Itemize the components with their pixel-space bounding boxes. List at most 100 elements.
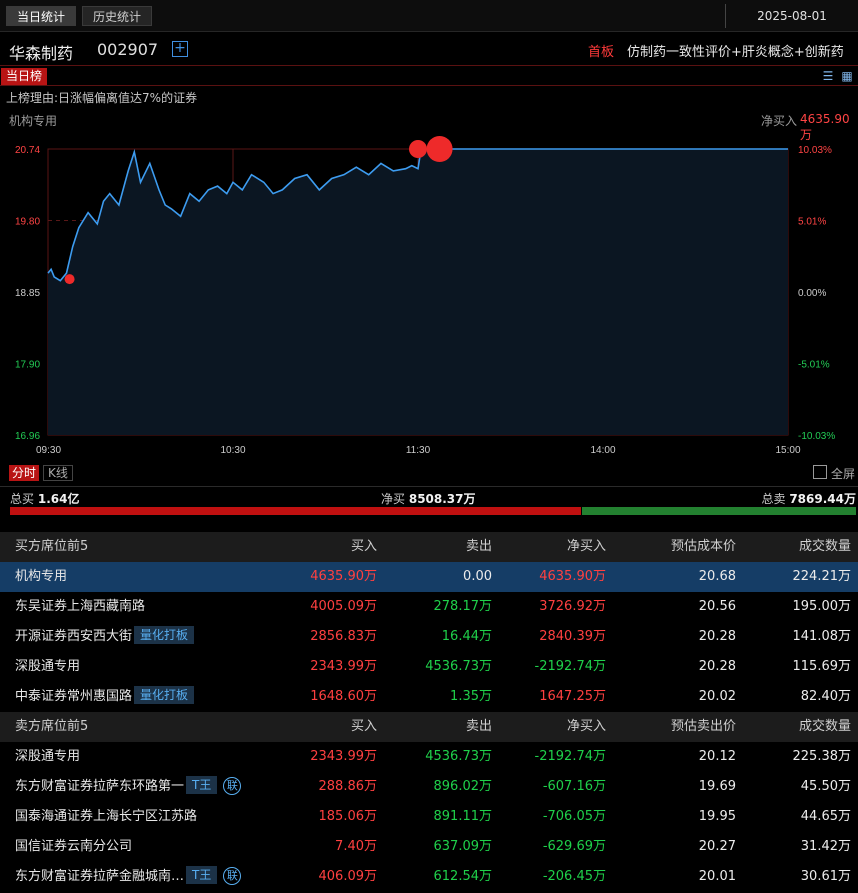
y-tick-right: 5.01% — [798, 217, 826, 228]
sell-amount: 1.35万 — [450, 689, 492, 704]
tab-kline[interactable]: K线 — [43, 465, 73, 481]
seat-badge[interactable]: T王 — [186, 866, 218, 884]
net-amount: 3726.92万 — [539, 599, 606, 614]
header-buy[interactable]: 买入 — [351, 712, 377, 742]
total-buy-value: 1.64亿 — [37, 492, 80, 506]
list-view-icon[interactable]: ☰ — [820, 69, 836, 83]
stock-name[interactable]: 华森制药 — [9, 40, 73, 64]
seat-name[interactable]: 国泰海通证券上海长宁区江苏路 — [15, 809, 197, 824]
list-subheader: 当日榜 ☰ ▦ — [0, 66, 858, 86]
table-row[interactable]: 开源证券西安西大街 量化打板 2856.83万 16.44万 2840.39万 20.28… — [0, 622, 858, 652]
seat-name[interactable]: 深股通专用 — [15, 749, 80, 764]
buy-amount: 2343.99万 — [310, 659, 377, 674]
seat-name[interactable]: 东方财富证券拉萨东环路第一 — [15, 779, 184, 794]
chart-seat-name: 机构专用 — [9, 114, 58, 128]
table-row[interactable]: 东吴证券上海西藏南路 4005.09万 278.17万 3726.92万 20.56 19… — [0, 592, 858, 622]
fullscreen-button[interactable]: 全屏 — [831, 465, 855, 482]
volume: 44.65万 — [800, 809, 851, 824]
volume: 82.40万 — [800, 689, 851, 704]
seat-name[interactable]: 东方财富证券拉萨金融城南… — [15, 869, 184, 884]
header-price[interactable]: 预估卖出价 — [671, 712, 736, 742]
sell-amount: 278.17万 — [433, 599, 493, 614]
table-row[interactable]: 中泰证券常州惠国路 量化打板 1648.60万 1.35万 1647.25万 20.02 8… — [0, 682, 858, 712]
est-price: 20.02 — [698, 689, 736, 704]
header-net[interactable]: 净买入 — [567, 712, 606, 742]
daily-list-tag[interactable]: 当日榜 — [1, 68, 48, 85]
trade-marker — [426, 136, 453, 162]
x-tick: 11:30 — [406, 445, 431, 456]
fullscreen-icon[interactable] — [813, 465, 827, 479]
total-sell-label: 总卖 — [761, 492, 786, 506]
seat-name[interactable]: 国信证券云南分公司 — [15, 839, 132, 854]
date-selector[interactable]: 2025-08-01 — [725, 4, 858, 28]
table-row[interactable]: 国泰海通证券上海长宁区江苏路 185.06万 891.11万 -706.05万 19.9… — [0, 802, 858, 832]
y-tick-left: 20.74 — [15, 145, 40, 156]
seat-cell: 机构专用 — [15, 562, 67, 592]
top-tab-bar: 当日统计 历史统计 2025-08-01 — [0, 0, 858, 32]
header-buy[interactable]: 买入 — [351, 532, 377, 562]
table-row[interactable]: 机构专用 4635.90万 0.00 4635.90万 20.68 224.21万 — [0, 562, 858, 592]
chart-net-label: 净买入 — [761, 114, 798, 128]
net-amount: -629.69万 — [542, 839, 606, 854]
est-price: 20.28 — [698, 629, 736, 644]
buy-amount: 2856.83万 — [310, 629, 377, 644]
seat-cell: 国泰海通证券上海长宁区江苏路 — [15, 802, 197, 832]
table-row[interactable]: 东方财富证券拉萨东环路第一 T王联 288.86万 896.02万 -607.16万 19… — [0, 772, 858, 802]
header-sell[interactable]: 卖出 — [466, 532, 492, 562]
seat-cell: 开源证券西安西大街 量化打板 — [15, 622, 195, 652]
seat-name[interactable]: 东吴证券上海西藏南路 — [15, 599, 145, 614]
volume: 30.61万 — [800, 869, 851, 884]
add-to-watchlist-button[interactable]: + — [172, 41, 188, 57]
intraday-chart[interactable]: 20.74 10.03% 19.80 5.01% 18.85 0.00% 17.90 -5.0… — [0, 132, 858, 462]
linked-seat-icon[interactable]: 联 — [223, 777, 242, 795]
table-row[interactable]: 深股通专用 2343.99万 4536.73万 -2192.74万 20.28 115.6… — [0, 652, 858, 682]
grid-view-icon[interactable]: ▦ — [839, 69, 855, 83]
header-volume[interactable]: 成交数量 — [799, 712, 851, 742]
sell-amount: 612.54万 — [433, 869, 493, 884]
est-price: 20.28 — [698, 659, 736, 674]
seat-cell: 东方财富证券拉萨东环路第一 T王联 — [15, 772, 242, 802]
volume: 115.69万 — [792, 659, 852, 674]
header-cost[interactable]: 预估成本价 — [671, 532, 736, 562]
est-price: 19.69 — [698, 779, 736, 794]
seat-name[interactable]: 机构专用 — [15, 569, 67, 584]
sell-amount: 891.11万 — [433, 809, 493, 824]
trade-marker — [409, 140, 427, 158]
board-tag: 首板 — [588, 45, 615, 60]
est-price: 20.68 — [698, 569, 736, 584]
header-net[interactable]: 净买入 — [567, 532, 606, 562]
tab-today-stats[interactable]: 当日统计 — [6, 6, 77, 26]
table-row[interactable]: 国信证券云南分公司 7.40万 637.09万 -629.69万 20.27 31.42万 — [0, 832, 858, 862]
header-sell[interactable]: 卖出 — [466, 712, 492, 742]
net-amount: -607.16万 — [542, 779, 606, 794]
trade-marker — [64, 274, 75, 285]
volume: 224.21万 — [792, 569, 852, 584]
table-row[interactable]: 深股通专用 2343.99万 4536.73万 -2192.74万 20.12 225.3… — [0, 742, 858, 772]
est-price: 20.27 — [698, 839, 736, 854]
buy-amount: 7.40万 — [335, 839, 377, 854]
seat-badge[interactable]: 量化打板 — [134, 626, 195, 644]
net-amount: -706.05万 — [542, 809, 606, 824]
concept-tags: 仿制药一致性评价+肝炎概念+创新药 — [627, 45, 844, 60]
tab-history-stats[interactable]: 历史统计 — [82, 6, 153, 26]
seat-badge[interactable]: T王 — [186, 776, 218, 794]
total-sell-value: 7869.44万 — [789, 492, 856, 506]
seat-name[interactable]: 深股通专用 — [15, 659, 80, 674]
tab-intraday[interactable]: 分时 — [9, 465, 40, 481]
sell-amount: 4536.73万 — [425, 659, 492, 674]
header-volume[interactable]: 成交数量 — [799, 532, 851, 562]
buy-ratio-bar — [10, 507, 581, 515]
volume: 141.08万 — [792, 629, 852, 644]
y-tick-right: 10.03% — [798, 145, 832, 156]
listing-reason: 上榜理由:日涨幅偏离值达7%的证券 — [6, 91, 198, 105]
x-tick: 10:30 — [220, 445, 245, 456]
seat-name[interactable]: 中泰证券常州惠国路 — [15, 689, 132, 704]
sell-ratio-bar — [582, 507, 856, 515]
buy-amount: 406.09万 — [318, 869, 378, 884]
seat-cell: 深股通专用 — [15, 652, 80, 682]
seat-cell: 东吴证券上海西藏南路 — [15, 592, 145, 622]
seat-name[interactable]: 开源证券西安西大街 — [15, 629, 132, 644]
table-row[interactable]: 东方财富证券拉萨金融城南… T王联 406.09万 612.54万 -206.45万 20… — [0, 862, 858, 892]
linked-seat-icon[interactable]: 联 — [223, 867, 242, 885]
seat-badge[interactable]: 量化打板 — [134, 686, 195, 704]
